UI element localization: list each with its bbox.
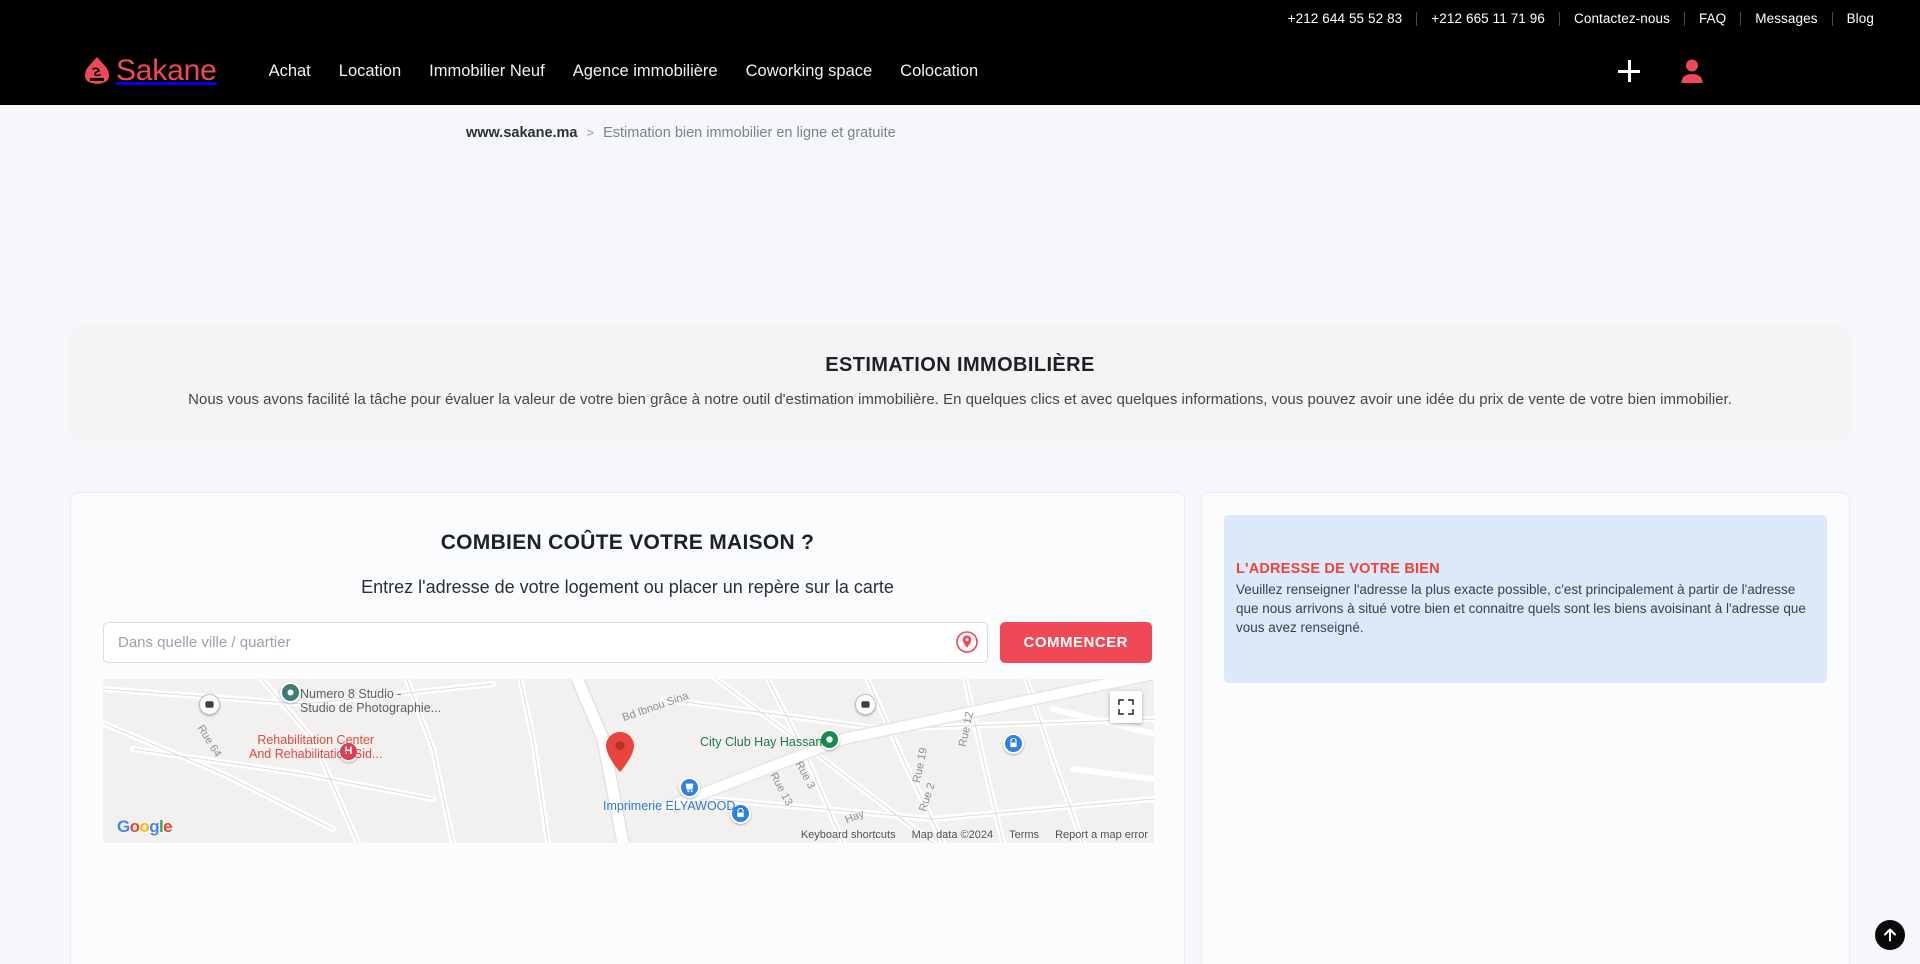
nav-item-achat[interactable]: Achat: [269, 62, 311, 81]
location-map[interactable]: H Numero 8 Studio - Studio de Photograph…: [103, 678, 1154, 843]
topbar-link-phone-1[interactable]: +212 644 55 52 83: [1274, 11, 1417, 26]
nav-item-colocation[interactable]: Colocation: [900, 62, 978, 81]
nav-item-location[interactable]: Location: [339, 62, 401, 81]
map-attribution: Keyboard shortcuts Map data ©2024 Terms …: [801, 829, 1148, 841]
map-data-credit: Map data ©2024: [911, 828, 994, 841]
site-logo[interactable]: Sakane: [84, 54, 217, 88]
content-area: COMBIEN COÛTE VOTRE MAISON ? Entrez l'ad…: [70, 491, 1850, 964]
scroll-to-top-button[interactable]: [1875, 920, 1905, 950]
google-logo[interactable]: Google: [117, 817, 173, 837]
poi-photo-studio[interactable]: [280, 681, 301, 703]
help-card: L'ADRESSE DE VOTRE BIEN Veuillez renseig…: [1201, 491, 1850, 964]
user-icon[interactable]: [1680, 58, 1704, 84]
topbar-link-contact[interactable]: Contactez-nous: [1560, 11, 1684, 26]
info-title: L'ADRESSE DE VOTRE BIEN: [1236, 560, 1440, 577]
breadcrumb-current: Estimation bien immobilier en ligne et g…: [603, 124, 896, 141]
sakane-house-icon: [84, 56, 110, 86]
nav-item-coworking-space[interactable]: Coworking space: [746, 62, 873, 81]
nav-item-agence-immobiliere[interactable]: Agence immobilière: [573, 62, 718, 81]
poi-printer[interactable]: [730, 802, 751, 824]
breadcrumb: www.sakane.ma > Estimation bien immobili…: [466, 125, 896, 141]
poi-city-club[interactable]: [819, 728, 840, 750]
plus-icon[interactable]: [1618, 60, 1640, 82]
nav-links: Achat Location Immobilier Neuf Agence im…: [269, 62, 979, 81]
topbar-link-blog[interactable]: Blog: [1833, 11, 1888, 26]
utility-links: +212 644 55 52 83 +212 665 11 71 96 Cont…: [1274, 11, 1888, 26]
search-input[interactable]: [118, 633, 955, 651]
map-pin-icon[interactable]: [955, 630, 979, 654]
start-button[interactable]: COMMENCER: [999, 621, 1152, 663]
search-field[interactable]: [103, 621, 988, 663]
site-logo-text: Sakane: [116, 54, 217, 87]
estimation-banner: ESTIMATION IMMOBILIÈRE Nous vous avons f…: [70, 326, 1850, 441]
page-title: ESTIMATION IMMOBILIÈRE: [825, 354, 1095, 376]
map-keyboard-shortcuts[interactable]: Keyboard shortcuts: [801, 829, 896, 841]
breadcrumb-home[interactable]: www.sakane.ma: [466, 125, 578, 141]
address-info-box: L'ADRESSE DE VOTRE BIEN Veuillez renseig…: [1224, 514, 1827, 684]
estimator-subtitle: Entrez l'adresse de votre logement ou pl…: [361, 576, 894, 597]
topbar-link-faq[interactable]: FAQ: [1685, 11, 1740, 26]
topbar-link-phone-2[interactable]: +212 665 11 71 96: [1417, 11, 1559, 26]
estimator-title: COMBIEN COÛTE VOTRE MAISON ?: [440, 530, 815, 554]
poi-store[interactable]: [679, 776, 700, 798]
arrow-up-icon: [1884, 928, 1896, 942]
page-subtitle: Nous vous avons facilité la tâche pour é…: [188, 391, 1732, 408]
utility-bar: +212 644 55 52 83 +212 665 11 71 96 Cont…: [0, 0, 1920, 37]
nav-actions: [1618, 58, 1884, 84]
poi-hospital[interactable]: H: [338, 740, 359, 762]
poi-bus-stop[interactable]: [199, 693, 220, 715]
hero-spacer: [0, 160, 1920, 326]
fullscreen-icon[interactable]: [1110, 690, 1142, 723]
main-navigation: Sakane Achat Location Immobilier Neuf Ag…: [0, 37, 1920, 105]
poi-shop[interactable]: [1003, 732, 1024, 754]
nav-item-immobilier-neuf[interactable]: Immobilier Neuf: [429, 62, 545, 81]
selected-location-pin[interactable]: [605, 731, 635, 778]
breadcrumb-strip: www.sakane.ma > Estimation bien immobili…: [0, 105, 1920, 160]
topbar-link-messages[interactable]: Messages: [1741, 11, 1831, 26]
info-body: Veuillez renseigner l'adresse la plus ex…: [1236, 581, 1806, 636]
map-report-error-link[interactable]: Report a map error: [1055, 829, 1148, 841]
address-search-row: COMMENCER: [99, 621, 1156, 663]
estimator-card: COMBIEN COÛTE VOTRE MAISON ? Entrez l'ad…: [70, 491, 1185, 964]
map-terms-link[interactable]: Terms: [1009, 829, 1039, 841]
poi-bus-stop-2[interactable]: [855, 693, 876, 715]
breadcrumb-separator: >: [586, 125, 595, 140]
